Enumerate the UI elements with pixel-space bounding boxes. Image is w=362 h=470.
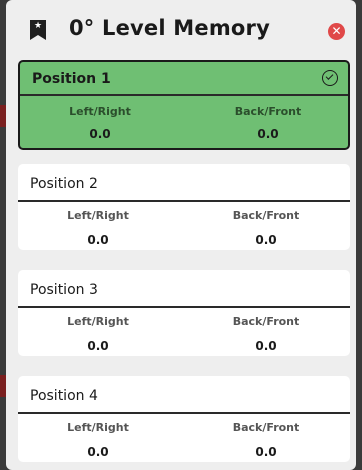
left-right-label: Left/Right	[69, 105, 131, 118]
divider	[18, 200, 350, 202]
back-front-value: 0.0	[255, 339, 277, 353]
position-title: Position 1	[32, 71, 111, 87]
check-circle-icon	[322, 70, 338, 86]
back-front-label: Back/Front	[232, 209, 300, 222]
divider	[18, 412, 350, 414]
position-card-1[interactable]: Position 1 Left/Right Back/Front 0.0 0.0	[18, 60, 350, 150]
left-right-label: Left/Right	[67, 421, 129, 434]
left-right-label: Left/Right	[67, 315, 129, 328]
close-icon[interactable]: ✕	[328, 23, 345, 40]
back-front-value: 0.0	[255, 445, 277, 459]
panel-title: 0° Level Memory	[69, 16, 270, 40]
left-right-value: 0.0	[87, 339, 109, 353]
position-card-2[interactable]: Position 2 Left/Right Back/Front 0.0 0.0	[18, 164, 350, 250]
position-title: Position 4	[30, 388, 98, 404]
position-card-3[interactable]: Position 3 Left/Right Back/Front 0.0 0.0	[18, 270, 350, 356]
back-front-value: 0.0	[257, 127, 279, 141]
level-memory-panel: ★ 0° Level Memory ✕ Position 1 Left/Righ…	[6, 0, 356, 470]
position-title: Position 3	[30, 282, 98, 298]
star-icon: ★	[33, 21, 43, 31]
back-front-label: Back/Front	[234, 105, 302, 118]
panel-header: ★ 0° Level Memory ✕	[6, 0, 356, 58]
left-right-label: Left/Right	[67, 209, 129, 222]
position-title: Position 2	[30, 176, 98, 192]
back-front-label: Back/Front	[232, 315, 300, 328]
divider	[20, 94, 348, 96]
left-right-value: 0.0	[87, 233, 109, 247]
back-front-value: 0.0	[255, 233, 277, 247]
left-right-value: 0.0	[89, 127, 111, 141]
divider	[18, 306, 350, 308]
left-right-value: 0.0	[87, 445, 109, 459]
position-card-4[interactable]: Position 4 Left/Right Back/Front 0.0 0.0	[18, 376, 350, 462]
back-front-label: Back/Front	[232, 421, 300, 434]
